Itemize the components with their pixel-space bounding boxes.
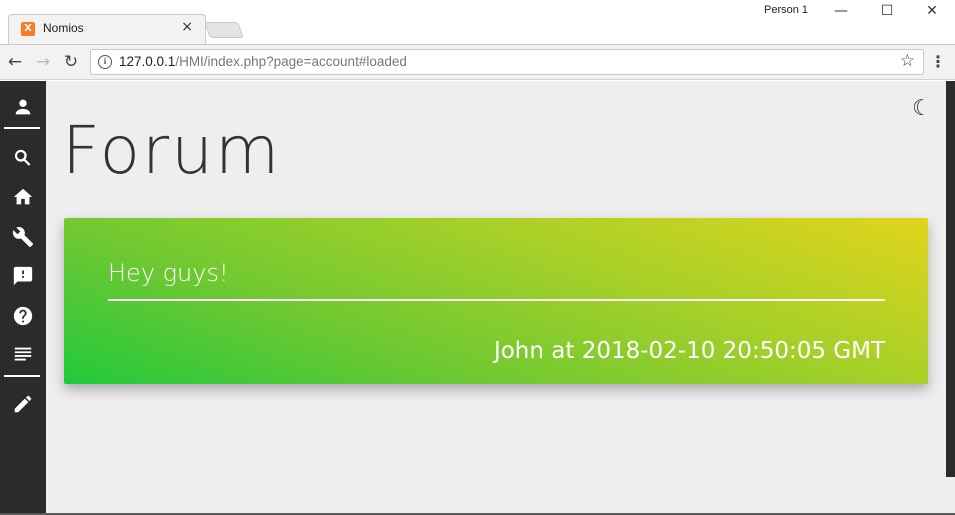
maximize-button[interactable]: ☐ [864,0,910,24]
minimize-button[interactable]: — [818,0,864,24]
browser-tab[interactable]: X Nomios × [8,14,206,44]
tab-close-icon[interactable]: × [181,19,193,35]
sidebar-item-edit[interactable] [0,386,46,422]
sidebar-divider [4,127,40,129]
bookmark-star-icon[interactable]: ☆ [900,51,915,71]
tab-title: Nomios [43,21,84,35]
sidebar-item-account[interactable] [0,89,46,125]
profile-name[interactable]: Person 1 [764,4,808,16]
forum-post-card[interactable]: Hey guys! John at 2018-02-10 20:50:05 GM… [64,218,928,384]
sidebar-item-search[interactable] [0,140,46,176]
help-icon [13,306,33,326]
browser-menu-icon[interactable]: ⋮ [930,53,946,71]
page-title: Forum [62,112,282,189]
forward-button[interactable]: → [32,51,54,73]
close-window-button[interactable]: ✕ [909,0,955,24]
sidebar-divider [4,375,40,377]
sidebar [0,81,46,513]
moon-icon[interactable]: ☽ [912,96,932,121]
post-divider [108,299,885,301]
post-title: Hey guys! [108,259,229,287]
home-icon [13,188,33,205]
new-tab-button[interactable] [204,22,244,38]
pencil-icon [14,395,32,413]
post-meta: John at 2018-02-10 20:50:05 GMT [493,338,885,364]
lines-icon [14,347,32,361]
sidebar-item-home[interactable] [0,179,46,215]
address-bar[interactable]: i 127.0.0.1/HMI/index.php?page=account#l… [90,49,924,75]
url-host: 127.0.0.1 [119,54,176,69]
sidebar-item-forum[interactable] [0,337,46,373]
scrollbar[interactable] [946,81,955,477]
reload-button[interactable]: ↻ [60,51,82,73]
sidebar-item-feedback[interactable] [0,258,46,294]
back-button[interactable]: ← [4,51,26,73]
browser-toolbar: ← → ↻ i 127.0.0.1/HMI/index.php?page=acc… [0,44,955,80]
browser-titlebar: X Nomios × Person 1 — ☐ ✕ [0,0,955,44]
url-path: /HMI/index.php?page=account#loaded [175,54,407,69]
sidebar-item-help[interactable] [0,298,46,334]
xampp-favicon-icon: X [21,22,35,36]
app-area: ☽ Forum Hey guys! John at 2018-02-10 20:… [0,81,955,515]
url-text[interactable]: 127.0.0.1/HMI/index.php?page=account#loa… [119,54,407,69]
sidebar-item-tools[interactable] [0,219,46,255]
wrench-icon [12,227,34,248]
search-icon [14,149,31,166]
feedback-icon [13,266,33,286]
person-icon [15,99,31,115]
site-info-icon[interactable]: i [98,55,112,69]
